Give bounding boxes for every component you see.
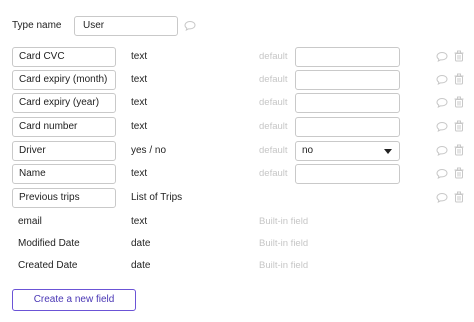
builtin-field-name: email xyxy=(18,216,42,227)
default-label: default xyxy=(259,121,288,132)
comment-icon[interactable] xyxy=(436,145,448,157)
field-type: text xyxy=(131,121,148,132)
field-name-box[interactable]: Card number xyxy=(12,117,116,137)
builtin-field-note: Built-in field xyxy=(259,216,309,227)
default-value-select[interactable]: no xyxy=(295,141,400,161)
field-name-box[interactable]: Card expiry (month) xyxy=(12,70,116,90)
trash-icon[interactable] xyxy=(453,50,465,62)
default-label: default xyxy=(259,145,288,156)
comment-icon[interactable] xyxy=(184,20,196,32)
trash-icon[interactable] xyxy=(453,120,465,132)
field-name-box[interactable]: Driver xyxy=(12,141,116,161)
comment-icon[interactable] xyxy=(436,192,448,204)
field-type: yes / no xyxy=(131,145,167,156)
default-value-input[interactable] xyxy=(295,117,400,137)
builtin-field-type: text xyxy=(131,216,148,227)
field-name-box[interactable]: Previous trips xyxy=(12,188,116,208)
builtin-field-type: date xyxy=(131,260,151,271)
type-name-label: Type name xyxy=(12,20,62,31)
field-type: text xyxy=(131,74,148,85)
default-value-input[interactable] xyxy=(295,93,400,113)
comment-icon[interactable] xyxy=(436,121,448,133)
field-type: List of Trips xyxy=(131,192,183,203)
caret-down-icon xyxy=(384,149,392,154)
field-type: text xyxy=(131,168,148,179)
default-select-value: no xyxy=(302,145,314,156)
builtin-field-note: Built-in field xyxy=(259,238,309,249)
builtin-field-name: Modified Date xyxy=(18,238,80,249)
trash-icon[interactable] xyxy=(453,73,465,85)
field-name-box[interactable]: Card expiry (year) xyxy=(12,93,116,113)
trash-icon[interactable] xyxy=(453,191,465,203)
builtin-field-type: date xyxy=(131,238,151,249)
field-name-box[interactable]: Name xyxy=(12,164,116,184)
default-label: default xyxy=(259,51,288,62)
comment-icon[interactable] xyxy=(436,51,448,63)
create-new-field-button[interactable]: Create a new field xyxy=(12,289,136,311)
field-type: text xyxy=(131,51,148,62)
builtin-field-note: Built-in field xyxy=(259,260,309,271)
comment-icon[interactable] xyxy=(436,74,448,86)
field-type: text xyxy=(131,97,148,108)
trash-icon[interactable] xyxy=(453,144,465,156)
trash-icon[interactable] xyxy=(453,167,465,179)
trash-icon[interactable] xyxy=(453,96,465,108)
builtin-field-name: Created Date xyxy=(18,260,78,271)
default-label: default xyxy=(259,168,288,179)
type-name-input[interactable]: User xyxy=(74,16,178,36)
default-label: default xyxy=(259,74,288,85)
default-value-input[interactable] xyxy=(295,164,400,184)
comment-icon[interactable] xyxy=(436,97,448,109)
default-value-input[interactable] xyxy=(295,47,400,67)
default-value-input[interactable] xyxy=(295,70,400,90)
comment-icon[interactable] xyxy=(436,168,448,180)
field-name-box[interactable]: Card CVC xyxy=(12,47,116,67)
default-label: default xyxy=(259,97,288,108)
